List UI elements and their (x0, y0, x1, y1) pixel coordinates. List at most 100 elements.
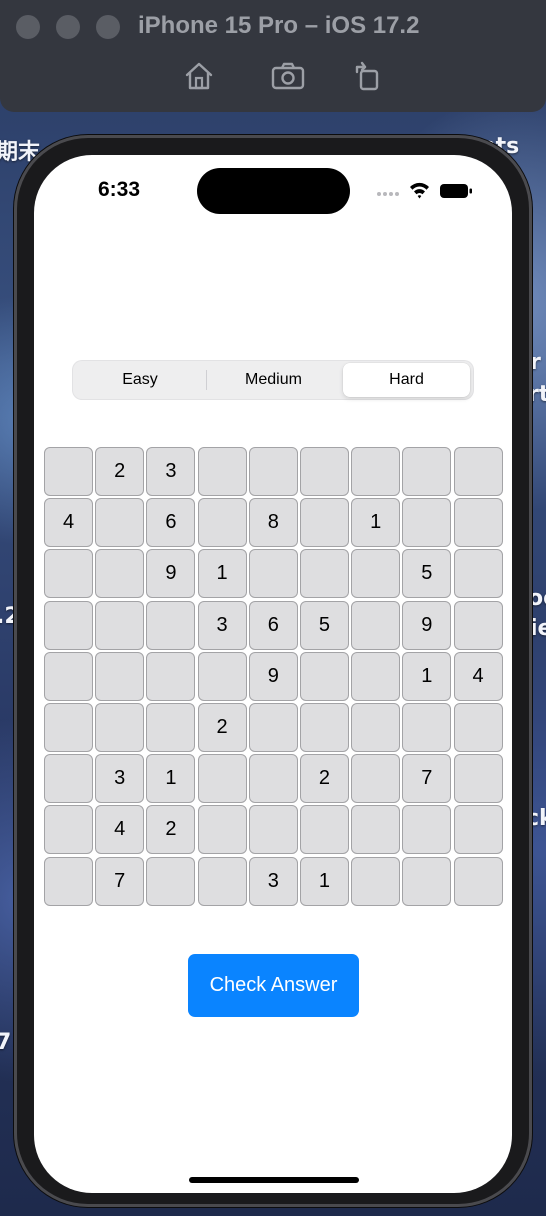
sudoku-cell[interactable] (453, 600, 503, 650)
sudoku-cell[interactable]: 7 (95, 856, 145, 906)
sudoku-cell[interactable] (453, 754, 503, 804)
sudoku-cell[interactable]: 8 (248, 498, 298, 548)
check-answer-button[interactable]: Check Answer (188, 954, 359, 1017)
sudoku-cell[interactable] (95, 600, 145, 650)
sudoku-cell[interactable]: 7 (402, 754, 452, 804)
close-window-button[interactable] (16, 15, 40, 39)
sudoku-cell[interactable]: 3 (95, 754, 145, 804)
desktop-text-fragment: 7 (0, 1030, 12, 1055)
sudoku-cell[interactable]: 2 (146, 805, 196, 855)
sudoku-cell[interactable]: 1 (197, 549, 247, 599)
sudoku-cell[interactable] (351, 856, 401, 906)
sudoku-cell[interactable] (44, 754, 93, 804)
simulator-title: iPhone 15 Pro – iOS 17.2 (138, 12, 420, 39)
difficulty-hard[interactable]: Hard (343, 363, 470, 397)
sudoku-cell[interactable]: 6 (248, 600, 298, 650)
sudoku-cell[interactable]: 5 (299, 600, 349, 650)
sudoku-cell[interactable] (248, 805, 298, 855)
sudoku-cell[interactable] (299, 549, 349, 599)
sudoku-cell[interactable] (299, 498, 349, 548)
sudoku-cell[interactable] (351, 651, 401, 701)
difficulty-easy[interactable]: Easy (75, 363, 205, 397)
rotate-icon[interactable] (352, 60, 384, 92)
sudoku-cell[interactable] (299, 651, 349, 701)
sudoku-cell[interactable]: 4 (44, 498, 93, 548)
sudoku-cell[interactable]: 1 (402, 651, 452, 701)
sudoku-cell[interactable] (146, 600, 196, 650)
sudoku-cell[interactable] (44, 549, 93, 599)
sudoku-cell[interactable]: 5 (402, 549, 452, 599)
sudoku-cell[interactable]: 2 (197, 702, 247, 752)
minimize-window-button[interactable] (56, 15, 80, 39)
sudoku-cell[interactable] (44, 600, 93, 650)
sudoku-cell[interactable] (197, 498, 247, 548)
sudoku-cell[interactable] (402, 498, 452, 548)
wifi-icon (410, 182, 429, 199)
sudoku-cell[interactable] (197, 805, 247, 855)
difficulty-segmented-control: Easy Medium Hard (73, 361, 473, 399)
sudoku-cell[interactable]: 9 (146, 549, 196, 599)
sudoku-cell[interactable] (402, 805, 452, 855)
sudoku-cell[interactable] (95, 651, 145, 701)
sudoku-cell[interactable]: 2 (299, 754, 349, 804)
sudoku-cell[interactable] (248, 754, 298, 804)
sudoku-cell[interactable] (351, 600, 401, 650)
sudoku-cell[interactable] (248, 447, 298, 496)
simulator-title-bar: iPhone 15 Pro – iOS 17.2 (0, 0, 546, 112)
sudoku-cell[interactable] (351, 805, 401, 855)
sudoku-cell[interactable]: 1 (351, 498, 401, 548)
sudoku-cell[interactable]: 9 (248, 651, 298, 701)
sudoku-cell[interactable] (402, 856, 452, 906)
sudoku-cell[interactable] (453, 702, 503, 752)
sudoku-cell[interactable]: 2 (95, 447, 145, 496)
sudoku-cell[interactable] (197, 651, 247, 701)
sudoku-cell[interactable] (95, 702, 145, 752)
sudoku-cell[interactable]: 9 (402, 600, 452, 650)
sudoku-cell[interactable] (351, 447, 401, 496)
sudoku-cell[interactable] (95, 549, 145, 599)
sudoku-cell[interactable]: 1 (146, 754, 196, 804)
sudoku-cell[interactable] (248, 549, 298, 599)
sudoku-cell[interactable] (197, 447, 247, 496)
screenshot-icon[interactable] (271, 60, 305, 92)
sudoku-cell[interactable] (351, 549, 401, 599)
sudoku-cell[interactable] (453, 856, 503, 906)
sudoku-cell[interactable]: 1 (299, 856, 349, 906)
sudoku-cell[interactable] (453, 498, 503, 548)
sudoku-cell[interactable] (95, 498, 145, 548)
sudoku-cell[interactable] (197, 754, 247, 804)
sudoku-cell[interactable]: 3 (146, 447, 196, 496)
signal-dots-icon (377, 192, 399, 196)
sudoku-cell[interactable] (146, 856, 196, 906)
battery-icon (440, 184, 472, 198)
sudoku-cell[interactable] (299, 805, 349, 855)
sudoku-cell[interactable] (44, 702, 93, 752)
sudoku-cell[interactable] (197, 856, 247, 906)
sudoku-cell[interactable]: 4 (453, 651, 503, 701)
sudoku-cell[interactable]: 3 (248, 856, 298, 906)
sudoku-cell[interactable] (402, 447, 452, 496)
sudoku-cell[interactable] (146, 702, 196, 752)
sudoku-cell[interactable] (248, 702, 298, 752)
sudoku-cell[interactable]: 6 (146, 498, 196, 548)
sudoku-cell[interactable] (44, 447, 93, 496)
sudoku-cell[interactable] (351, 754, 401, 804)
sudoku-cell[interactable] (402, 702, 452, 752)
status-bar-icons (376, 180, 476, 202)
sudoku-cell[interactable]: 4 (95, 805, 145, 855)
zoom-window-button[interactable] (96, 15, 120, 39)
sudoku-cell[interactable] (453, 549, 503, 599)
sudoku-cell[interactable] (44, 805, 93, 855)
sudoku-cell[interactable] (351, 702, 401, 752)
sudoku-cell[interactable] (299, 447, 349, 496)
sudoku-cell[interactable] (453, 805, 503, 855)
difficulty-medium[interactable]: Medium (207, 363, 340, 397)
sudoku-cell[interactable]: 3 (197, 600, 247, 650)
home-icon[interactable] (183, 60, 215, 92)
status-bar-time: 6:33 (98, 178, 141, 201)
sudoku-cell[interactable] (146, 651, 196, 701)
sudoku-cell[interactable] (44, 651, 93, 701)
sudoku-cell[interactable] (453, 447, 503, 496)
sudoku-cell[interactable] (299, 702, 349, 752)
sudoku-cell[interactable] (44, 856, 93, 906)
